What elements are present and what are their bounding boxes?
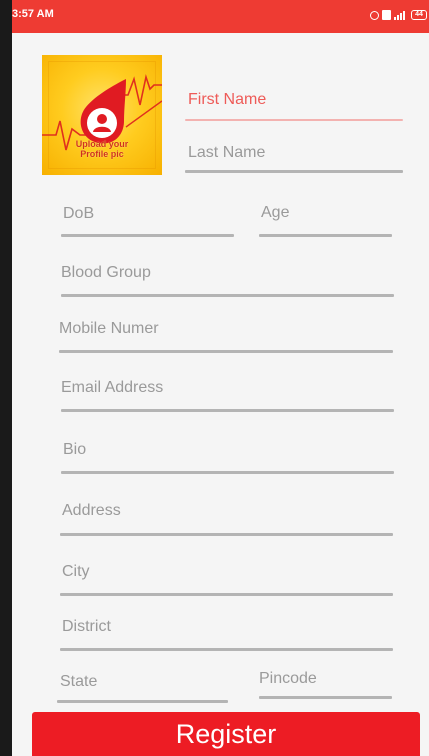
mobile-number-underline (59, 350, 393, 353)
upload-hint-line1: Upload your (75, 139, 129, 149)
district-hint: District (62, 618, 111, 635)
pincode-field[interactable]: Pincode (259, 668, 392, 699)
age-hint: Age (261, 204, 290, 221)
first-name-underline (185, 119, 403, 121)
district-field[interactable]: District (60, 616, 393, 651)
bio-underline (61, 471, 394, 474)
last-name-hint: Last Name (188, 144, 266, 161)
state-field[interactable]: State (57, 670, 228, 703)
first-name-field[interactable]: First Name (185, 85, 403, 121)
mobile-number-field[interactable]: Mobile Numer (59, 316, 393, 353)
blood-group-field[interactable]: Blood Group (61, 260, 394, 297)
age-underline (259, 234, 392, 237)
dob-underline (61, 234, 234, 237)
city-field[interactable]: City (60, 560, 393, 596)
dob-field[interactable]: DoB (61, 200, 234, 237)
address-underline (60, 533, 393, 536)
city-hint: City (62, 563, 90, 580)
pincode-underline (259, 696, 392, 699)
email-field[interactable]: Email Address (61, 376, 394, 412)
upload-hint: Upload your Profile pic (42, 139, 162, 159)
status-icons: 44 (370, 8, 427, 22)
battery-icon: 44 (411, 10, 427, 20)
email-hint: Email Address (61, 379, 164, 396)
bio-field[interactable]: Bio (61, 438, 394, 474)
status-time: 3:57 AM (12, 8, 54, 20)
register-button[interactable]: Register (32, 712, 420, 756)
alarm-icon (370, 10, 379, 20)
blood-group-underline (61, 294, 394, 297)
city-underline (60, 593, 393, 596)
sim-icon (382, 10, 391, 20)
state-underline (57, 700, 228, 703)
address-hint: Address (62, 502, 121, 519)
mobile-number-hint: Mobile Numer (59, 320, 159, 337)
status-bar: 3:57 AM 44 (12, 0, 429, 33)
profile-pic-upload[interactable]: Upload your Profile pic (42, 55, 162, 175)
pincode-hint: Pincode (259, 670, 317, 687)
age-field[interactable]: Age (259, 200, 392, 237)
dob-hint: DoB (63, 205, 95, 222)
last-name-field[interactable]: Last Name (185, 138, 403, 173)
blood-group-hint: Blood Group (61, 264, 151, 281)
state-hint: State (60, 673, 98, 690)
signal-icon (394, 11, 405, 20)
first-name-hint: First Name (188, 91, 267, 108)
address-field[interactable]: Address (60, 498, 393, 536)
last-name-underline (185, 170, 403, 173)
email-underline (61, 409, 394, 412)
screen: 3:57 AM 44 Upload your Profile pic First… (12, 0, 429, 756)
upload-hint-line2: Profile pic (80, 149, 124, 159)
bio-hint: Bio (63, 441, 87, 458)
district-underline (60, 648, 393, 651)
